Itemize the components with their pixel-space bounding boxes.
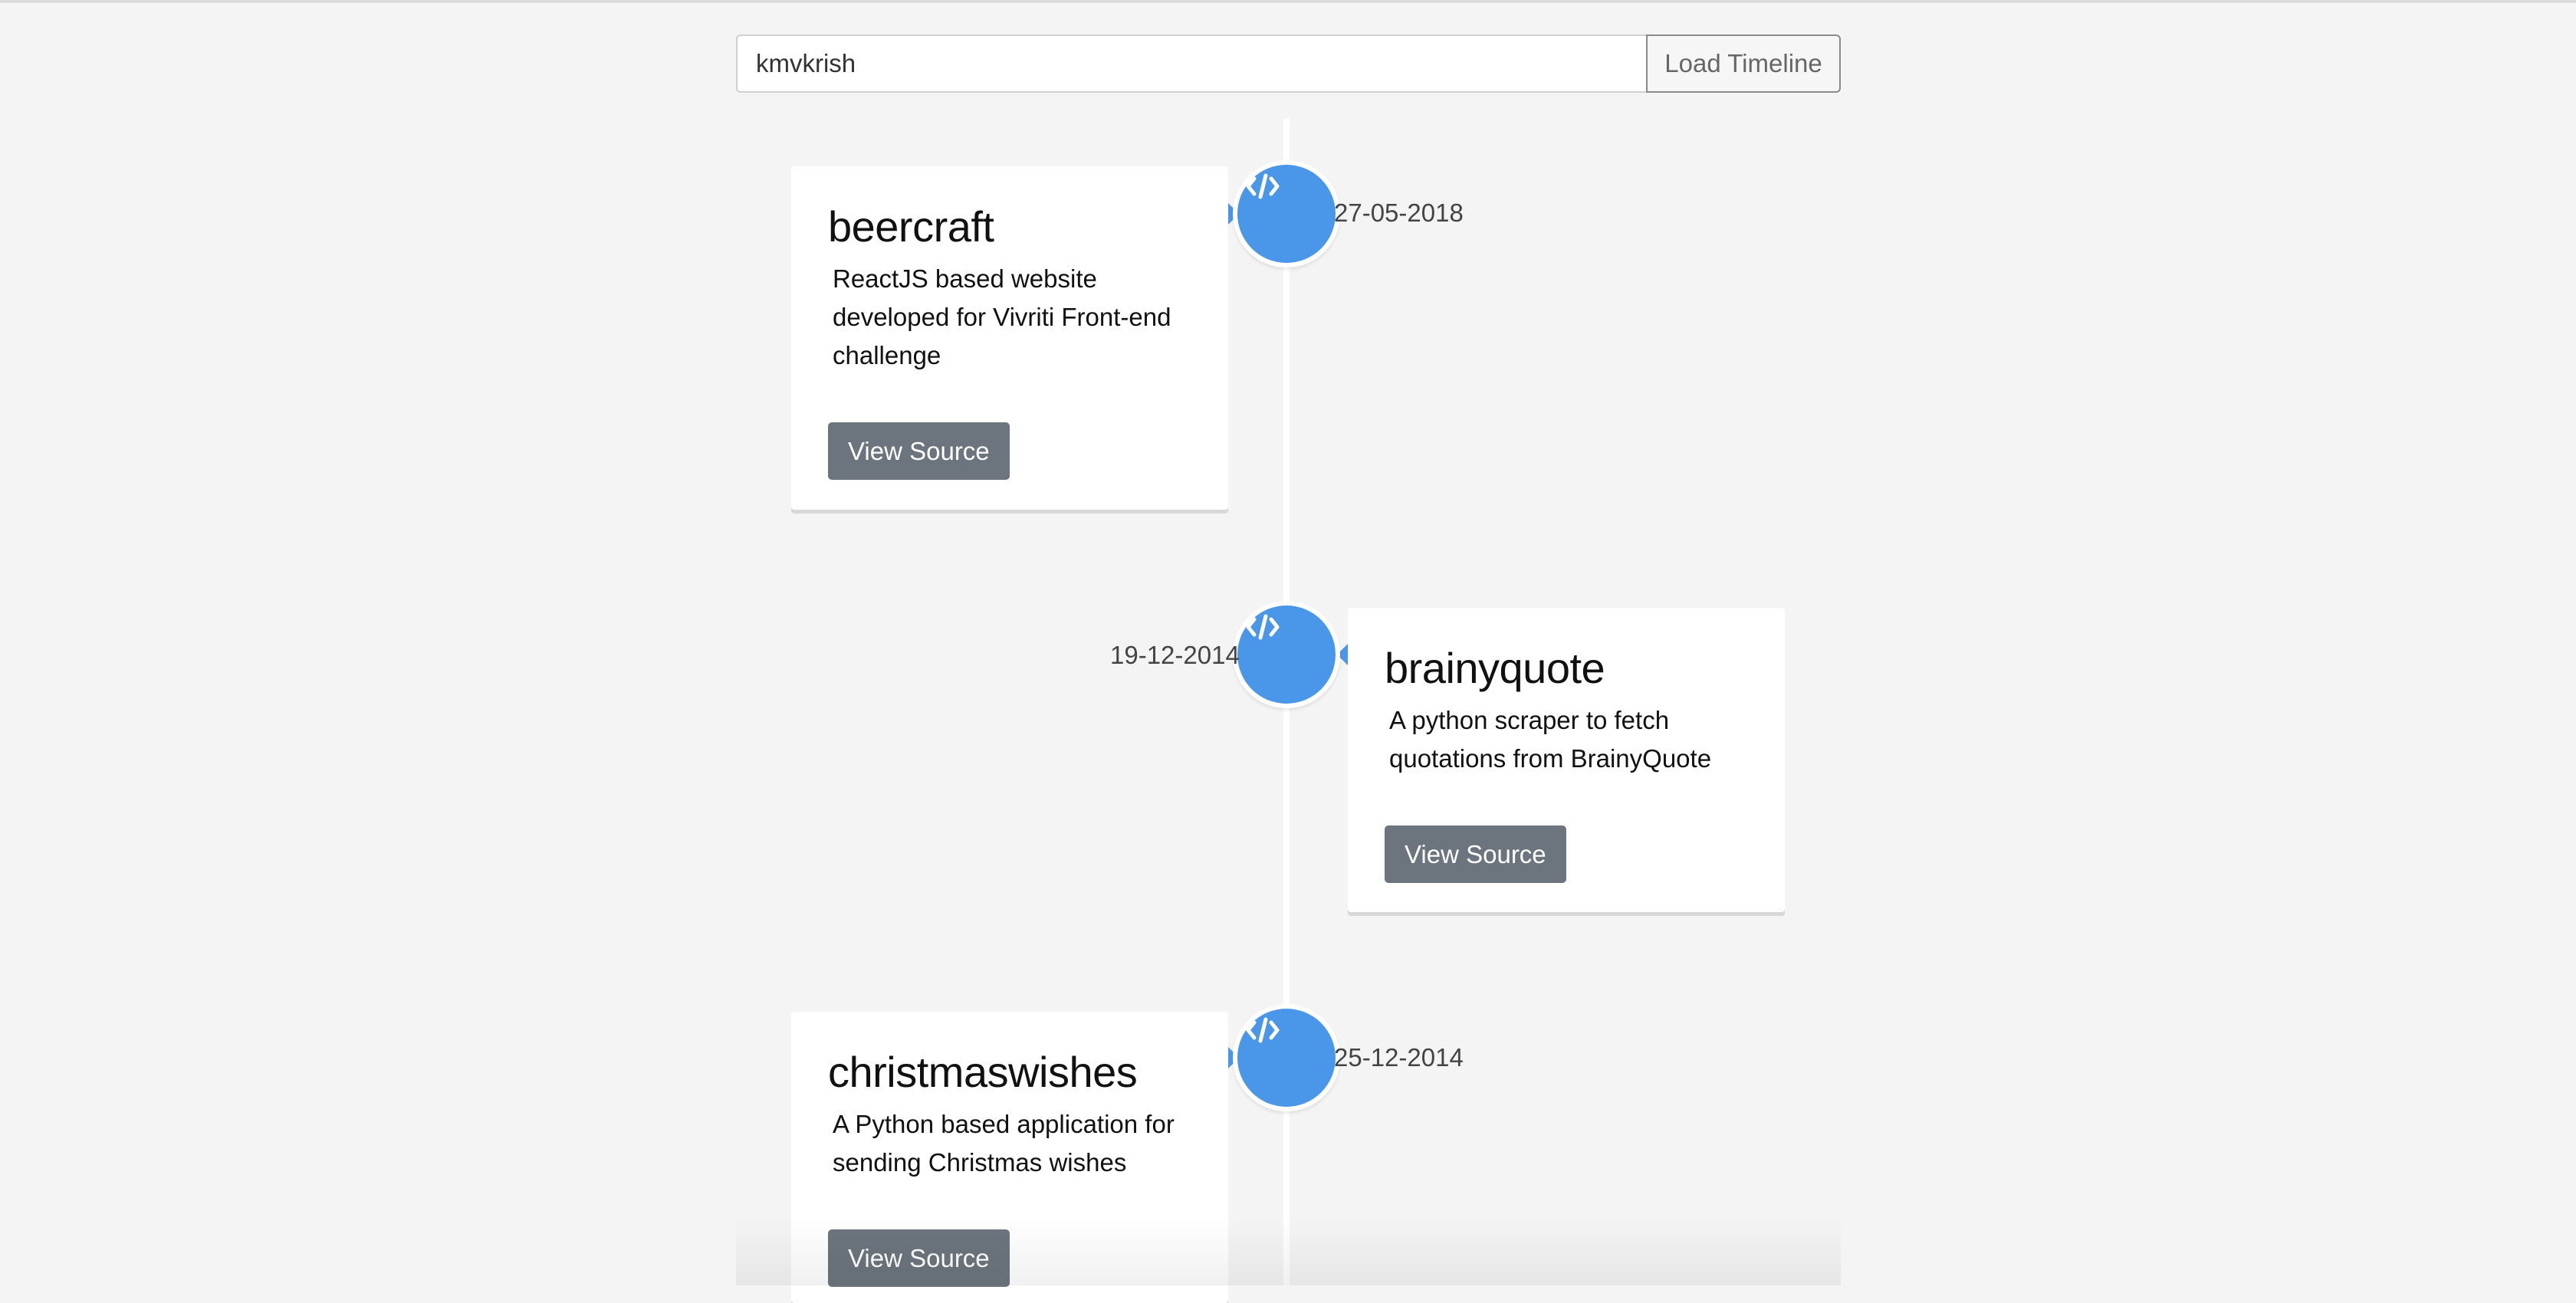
timeline-card: brainyquote A python scraper to fetch qu… (1348, 608, 1785, 912)
timeline-card: christmaswishes A Python based applicati… (791, 1012, 1228, 1303)
card-title: brainyquote (1385, 644, 1605, 692)
card-description: A Python based application for sending C… (833, 1109, 1175, 1177)
load-timeline-button[interactable]: Load Timeline (1646, 34, 1841, 93)
timeline-date: 27-05-2018 (1334, 199, 1464, 227)
search-bar: Load Timeline (736, 34, 1841, 93)
username-input[interactable] (736, 34, 1646, 93)
timeline-card: beercraft ReactJS based website develope… (791, 166, 1228, 510)
view-source-button[interactable]: View Source (1385, 825, 1566, 883)
timeline-date: 19-12-2014 (1110, 641, 1240, 669)
timeline-node (1237, 606, 1336, 704)
view-source-button[interactable]: View Source (828, 1229, 1010, 1287)
timeline-node (1237, 1009, 1336, 1107)
timeline-date: 25-12-2014 (1334, 1043, 1464, 1072)
code-icon (1246, 173, 1280, 199)
card-description: ReactJS based website developed for Vivr… (833, 264, 1171, 369)
code-icon (1246, 1017, 1280, 1043)
card-title: christmaswishes (828, 1048, 1138, 1096)
card-title: beercraft (828, 202, 994, 251)
code-icon (1246, 614, 1280, 640)
top-border (0, 0, 2576, 3)
view-source-button[interactable]: View Source (828, 422, 1010, 480)
timeline-node (1237, 165, 1336, 263)
card-description: A python scraper to fetch quotations fro… (1389, 705, 1712, 773)
card-pointer (1337, 644, 1348, 665)
